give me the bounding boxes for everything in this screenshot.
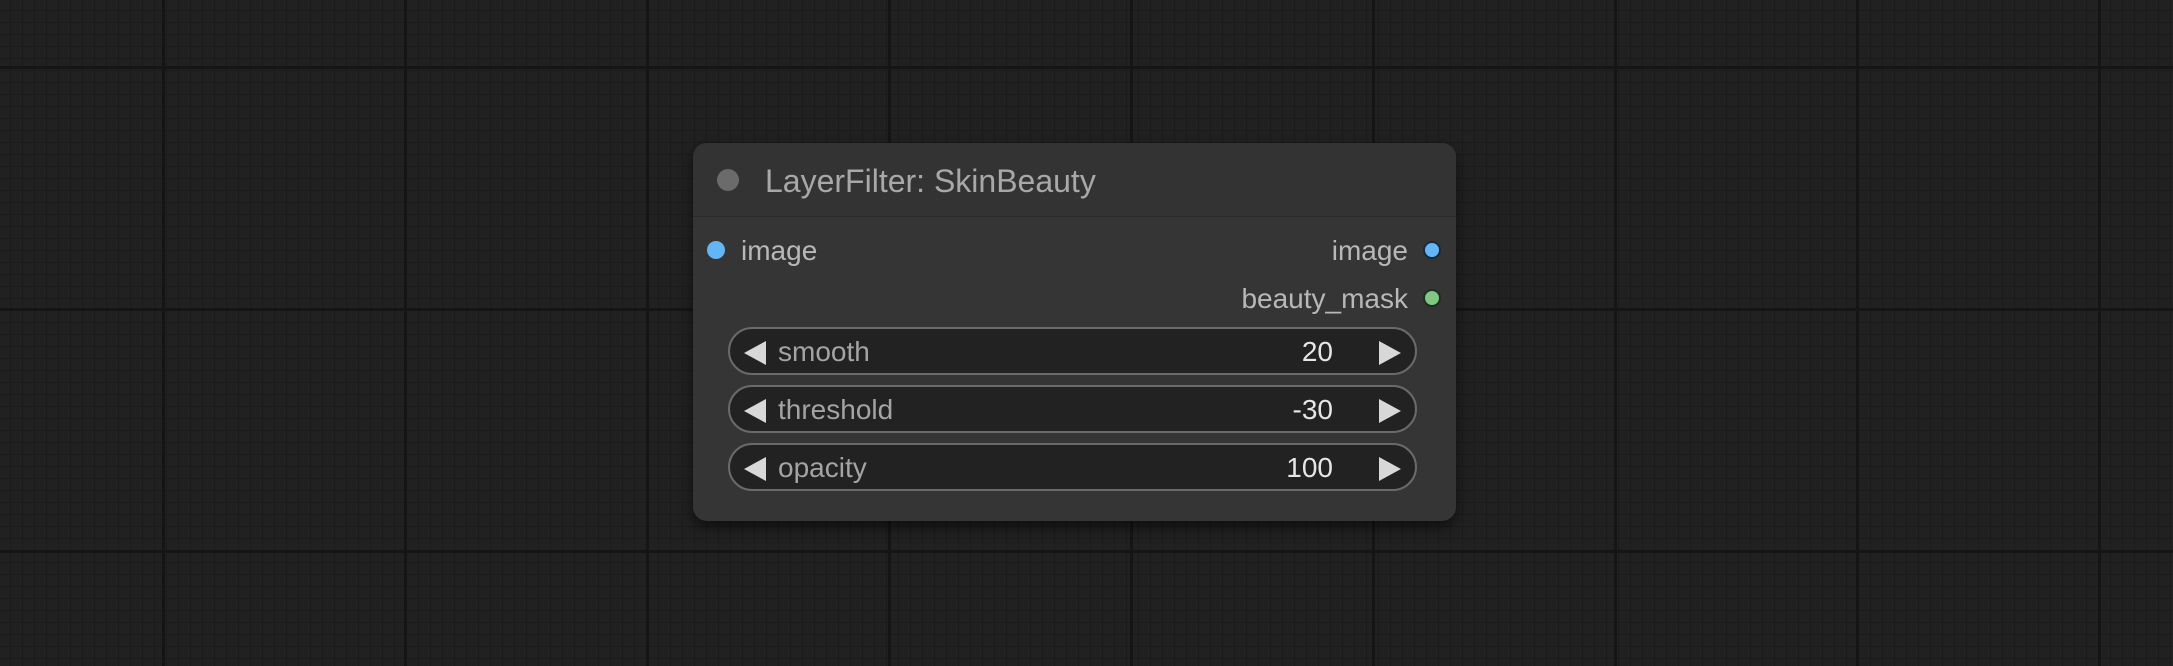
collapse-dot-icon[interactable] <box>717 169 739 191</box>
widget-smooth-label: smooth <box>778 336 870 367</box>
output-slot-beauty-mask-icon[interactable] <box>1423 289 1441 307</box>
output-slot-image-label: image <box>1331 235 1408 266</box>
arrow-right-icon[interactable] <box>1379 457 1401 481</box>
widget-smooth[interactable]: smooth 20 <box>728 327 1417 375</box>
input-slot-image-label: image <box>741 235 818 266</box>
node-title-bar[interactable]: LayerFilter: SkinBeauty <box>693 143 1456 217</box>
arrow-left-icon[interactable] <box>744 341 766 365</box>
widget-opacity[interactable]: opacity 100 <box>728 443 1417 491</box>
arrow-right-icon[interactable] <box>1379 341 1401 365</box>
output-slot-beauty-mask-label: beauty_mask <box>1241 283 1408 314</box>
widget-opacity-label: opacity <box>778 452 867 483</box>
node-graph-canvas[interactable]: LayerFilter: SkinBeauty image image beau… <box>0 0 2173 666</box>
input-slot-image-icon[interactable] <box>707 241 725 259</box>
widget-opacity-value[interactable]: 100 <box>1286 452 1333 484</box>
arrow-right-icon[interactable] <box>1379 399 1401 423</box>
widget-threshold-label: threshold <box>778 394 894 425</box>
widget-threshold-value[interactable]: -30 <box>1293 394 1333 426</box>
arrow-left-icon[interactable] <box>744 457 766 481</box>
widget-threshold[interactable]: threshold -30 <box>728 385 1417 433</box>
node-title: LayerFilter: SkinBeauty <box>765 163 1096 199</box>
arrow-left-icon[interactable] <box>744 399 766 423</box>
node-layerfilter-skinbeauty[interactable]: LayerFilter: SkinBeauty image image beau… <box>693 143 1456 521</box>
widget-smooth-value[interactable]: 20 <box>1302 336 1333 368</box>
output-slot-image-icon[interactable] <box>1423 241 1441 259</box>
